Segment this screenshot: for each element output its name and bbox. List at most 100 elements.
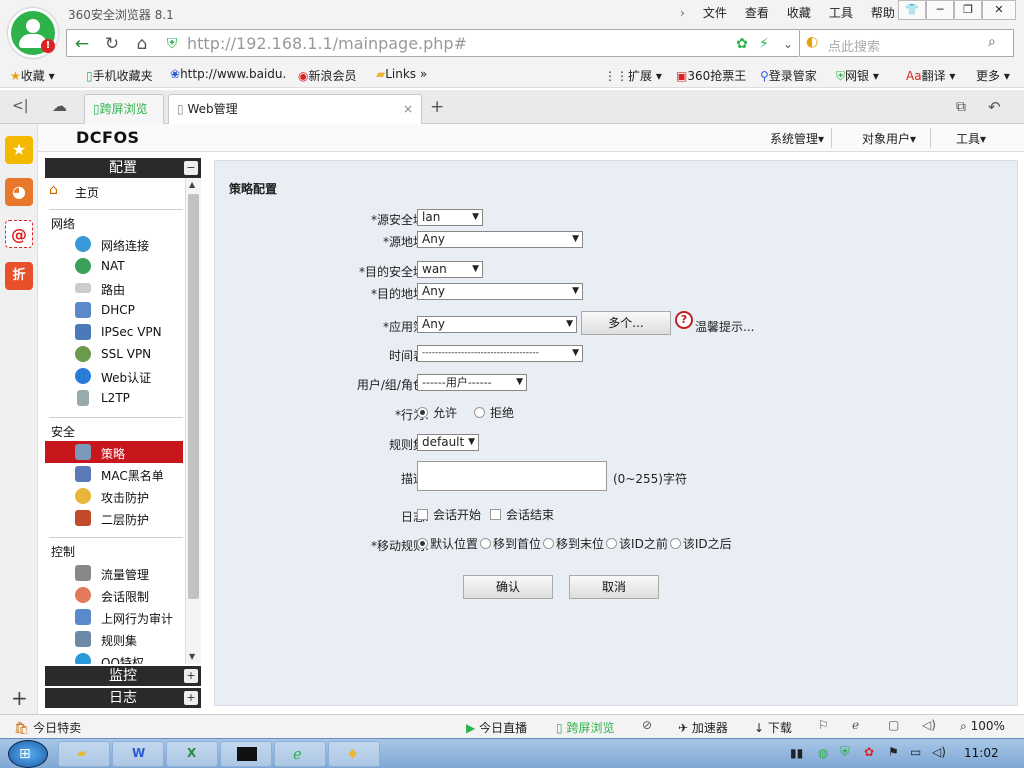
rail-mail-icon[interactable]: @ bbox=[5, 220, 33, 248]
menu-tools-app[interactable]: 工具▾ bbox=[956, 130, 986, 147]
nav-traffic[interactable]: 流量管理 bbox=[45, 562, 183, 584]
move-before-radio[interactable] bbox=[606, 538, 618, 549]
search-box[interactable]: ◐ 点此搜索 ⌕ bbox=[800, 29, 1014, 57]
dst-zone-select[interactable]: wan ▼ bbox=[417, 261, 483, 278]
nav-ipsec-vpn[interactable]: IPSec VPN bbox=[45, 321, 183, 343]
expand-icon[interactable]: + bbox=[184, 691, 198, 705]
back-icon[interactable]: ← bbox=[71, 34, 93, 54]
compat-icon[interactable]: ✿ bbox=[731, 34, 753, 54]
app-select[interactable]: Any ▼ bbox=[417, 316, 577, 333]
taskbar-excel[interactable]: X bbox=[166, 741, 218, 767]
ruleset-select[interactable]: default ▼ bbox=[417, 434, 479, 451]
menu-objects-users[interactable]: 对象用户▾ bbox=[862, 130, 916, 147]
search-engine-icon[interactable]: ◐ bbox=[806, 34, 818, 50]
log-start-checkbox[interactable] bbox=[417, 509, 428, 520]
flag-icon[interactable]: ⚐ bbox=[818, 718, 829, 732]
panel-monitor-header[interactable]: 监控 + bbox=[45, 666, 201, 686]
allow-radio[interactable] bbox=[417, 407, 428, 418]
tray-monitor-icon[interactable]: ▭ bbox=[910, 745, 921, 759]
log-end-checkbox[interactable] bbox=[490, 509, 502, 520]
menu-help[interactable]: 帮助 bbox=[871, 4, 895, 21]
status-download[interactable]: ↓ 下载 bbox=[754, 719, 792, 736]
ext-bank[interactable]: ⛨网银 ▾ bbox=[836, 67, 879, 84]
nav-web-auth[interactable]: Web认证 bbox=[45, 365, 183, 387]
extensions-menu[interactable]: ⋮⋮扩展 ▾ bbox=[604, 67, 662, 84]
nav-dhcp[interactable]: DHCP bbox=[45, 299, 183, 321]
sidebar-toggle-icon[interactable]: <| bbox=[12, 98, 28, 114]
ie-status-icon[interactable]: ℯ bbox=[852, 718, 859, 732]
ext-login[interactable]: ⚲登录管家 bbox=[760, 67, 817, 84]
speed-icon[interactable]: ⚡ bbox=[753, 34, 775, 54]
nav-scrollbar[interactable]: ▲ ▼ bbox=[185, 178, 201, 664]
src-addr-select[interactable]: Any ▼ bbox=[417, 231, 583, 248]
nav-attack-protection[interactable]: 攻击防护 bbox=[45, 485, 183, 507]
bookmark-mobile[interactable]: ▯手机收藏夹 bbox=[86, 67, 153, 84]
more-button[interactable]: 多个... bbox=[581, 311, 671, 335]
tray-360-icon[interactable]: ⛨ bbox=[840, 745, 850, 760]
nav-policy[interactable]: 策略 bbox=[45, 441, 183, 463]
zoom-control[interactable]: ⌕ 100% bbox=[960, 719, 1005, 734]
menu-view[interactable]: 查看 bbox=[745, 4, 769, 21]
ext-ticket[interactable]: ▣360抢票王 bbox=[676, 67, 746, 84]
scroll-up-icon[interactable]: ▲ bbox=[189, 180, 195, 189]
search-icon[interactable]: ⌕ bbox=[988, 34, 996, 50]
menu-chevron-icon[interactable]: › bbox=[680, 6, 685, 20]
move-after-radio[interactable] bbox=[669, 538, 681, 549]
taskbar-cmd[interactable] bbox=[220, 741, 272, 767]
nav-ssl-vpn[interactable]: SSL VPN bbox=[45, 343, 183, 365]
daily-deals[interactable]: 🛍 今日特卖 bbox=[14, 719, 81, 736]
status-cross-screen[interactable]: ▯ 跨屏浏览 bbox=[556, 719, 614, 736]
home-icon[interactable]: ⌂ bbox=[131, 34, 153, 54]
favorites-menu[interactable]: ★收藏 ▾ bbox=[10, 67, 55, 84]
taskbar-app[interactable]: ◆ bbox=[328, 741, 380, 767]
bookmark-links[interactable]: ▰Links » bbox=[376, 67, 427, 81]
nav-l2tp[interactable]: L2TP bbox=[45, 387, 183, 409]
deny-radio[interactable] bbox=[474, 407, 486, 418]
menu-system[interactable]: 系统管理▾ bbox=[770, 130, 824, 147]
url-dropdown-icon[interactable]: ⌄ bbox=[777, 34, 799, 54]
confirm-button[interactable]: 确认 bbox=[463, 575, 553, 599]
taskbar-explorer[interactable]: ▰ bbox=[58, 741, 110, 767]
nav-nat[interactable]: NAT bbox=[45, 255, 183, 277]
clock[interactable]: 11:02 bbox=[964, 746, 999, 760]
nav-audit[interactable]: 上网行为审计 bbox=[45, 606, 183, 628]
scroll-down-icon[interactable]: ▼ bbox=[189, 652, 195, 661]
move-last-radio[interactable] bbox=[543, 538, 555, 549]
address-bar[interactable]: ← ↻ ⌂ ⛨ http://192.168.1.1/mainpage.php#… bbox=[66, 29, 800, 57]
schedule-select[interactable]: ------------------------------------ ▼ bbox=[417, 345, 583, 362]
nav-session-limit[interactable]: 会话限制 bbox=[45, 584, 183, 606]
move-default-radio[interactable] bbox=[417, 538, 428, 549]
skin-button[interactable]: 👕 bbox=[898, 0, 926, 20]
tray-flag-icon[interactable]: ⚑ bbox=[888, 745, 899, 759]
undo-close-icon[interactable]: ↶ bbox=[988, 98, 1001, 116]
refresh-icon[interactable]: ↻ bbox=[101, 34, 123, 54]
nav-ruleset[interactable]: 规则集 bbox=[45, 628, 183, 650]
bookmark-baidu[interactable]: ❀http://www.baidu. bbox=[170, 67, 286, 81]
privacy-icon[interactable]: ⊘ bbox=[642, 718, 652, 732]
tab-web-admin[interactable]: ▯ Web管理 × bbox=[168, 94, 422, 125]
tray-network-icon[interactable]: ◍ bbox=[818, 746, 828, 760]
tab-close-icon[interactable]: × bbox=[403, 95, 413, 123]
tab-cross-screen[interactable]: ▯跨屏浏览 bbox=[84, 94, 164, 124]
rail-discount-icon[interactable]: 折 bbox=[5, 262, 33, 290]
tray-volume-icon[interactable]: ◁) bbox=[932, 745, 946, 759]
rail-add-icon[interactable]: + bbox=[11, 686, 28, 710]
taskbar-browser[interactable]: ℯ bbox=[274, 741, 326, 767]
screen-icon[interactable]: ▢ bbox=[888, 718, 899, 732]
rail-favorites-icon[interactable]: ★ bbox=[5, 136, 33, 164]
nav-home[interactable]: ⌂ 主页 bbox=[45, 180, 183, 202]
help-icon[interactable]: ? bbox=[675, 311, 693, 329]
rail-weibo-icon[interactable]: ◕ bbox=[5, 178, 33, 206]
menu-tools[interactable]: 工具 bbox=[829, 4, 853, 21]
url-text[interactable]: http://192.168.1.1/mainpage.php# bbox=[187, 34, 467, 53]
start-button[interactable]: ⊞ bbox=[8, 740, 48, 768]
sound-icon[interactable]: ◁) bbox=[922, 718, 936, 732]
nav-route[interactable]: 路由 bbox=[45, 277, 183, 299]
panel-log-header[interactable]: 日志 + bbox=[45, 688, 201, 708]
cancel-button[interactable]: 取消 bbox=[569, 575, 659, 599]
move-first-radio[interactable] bbox=[480, 538, 492, 549]
tip-link[interactable]: 温馨提示... bbox=[695, 318, 754, 335]
src-zone-select[interactable]: lan ▼ bbox=[417, 209, 483, 226]
bookmark-sina[interactable]: ◉新浪会员 bbox=[298, 67, 357, 84]
restore-tabs-icon[interactable]: ⧉ bbox=[956, 99, 966, 115]
